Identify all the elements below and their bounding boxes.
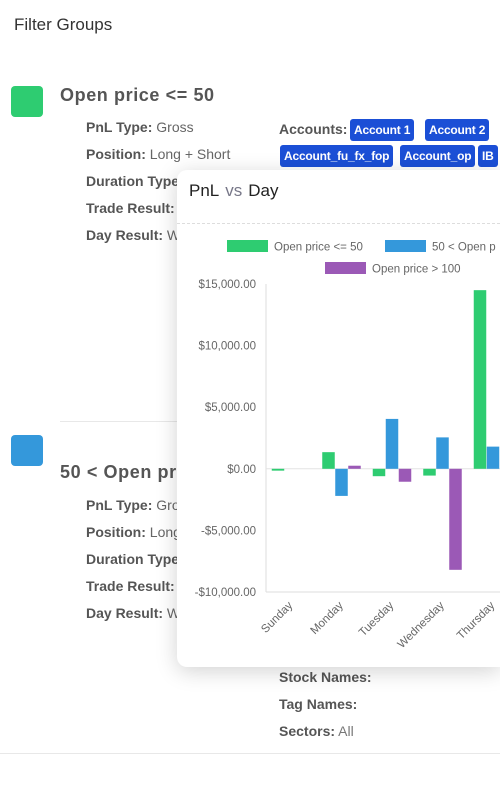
y-tick-label: $0.00 xyxy=(227,464,256,476)
field-stock-names: Stock Names: xyxy=(279,669,372,685)
field-day-result: Day Result: W xyxy=(86,227,180,243)
account-badge[interactable]: Account 2 xyxy=(425,119,490,141)
field-label: Duration Type xyxy=(86,551,180,567)
x-tick-label: Tuesday xyxy=(357,599,397,639)
bar xyxy=(348,465,361,469)
x-tick-label: Wednesday xyxy=(396,599,447,650)
bar xyxy=(322,452,335,469)
chart-popup: PnL vs Day Open price <= 50 50 < Open p Open… xyxy=(177,170,500,667)
bar xyxy=(423,468,436,476)
legend-swatch xyxy=(227,240,268,252)
field-value: All xyxy=(338,723,354,739)
field-pnl-type: PnL Type: Gro xyxy=(86,497,180,513)
x-tick-label: Sunday xyxy=(259,599,295,635)
field-label: PnL Type: xyxy=(86,119,153,135)
field-label: Duration Type xyxy=(86,173,180,189)
field-position: Position: Long + Short xyxy=(86,146,230,162)
group-title: Open price <= 50 xyxy=(60,85,215,105)
account-badge[interactable]: Account_op xyxy=(400,145,476,167)
legend-swatch xyxy=(325,262,366,274)
field-trade-result: Trade Result: xyxy=(86,578,175,594)
legend-label: Open price > 100 xyxy=(372,264,461,276)
field-value: Long + Short xyxy=(149,146,231,162)
bar xyxy=(335,468,348,496)
account-badge[interactable]: Account 1 xyxy=(350,119,415,141)
field-label: PnL Type: xyxy=(86,497,153,513)
bar xyxy=(398,468,412,482)
legend-label: Open price <= 50 xyxy=(274,242,363,254)
field-sectors: Sectors: All xyxy=(279,723,354,739)
bar xyxy=(372,468,386,477)
bar xyxy=(385,418,399,469)
account-badge[interactable]: IB xyxy=(478,145,498,167)
field-value: Gross xyxy=(156,119,194,135)
field-label: Stock Names: xyxy=(279,669,372,685)
field-tag-names: Tag Names: xyxy=(279,696,357,712)
field-duration-type: Duration Type xyxy=(86,173,179,189)
y-tick-label: -$10,000.00 xyxy=(195,587,256,599)
field-position: Position: Long xyxy=(86,524,181,540)
y-tick-label: $10,000.00 xyxy=(198,341,256,353)
field-label: Position: xyxy=(86,146,146,162)
field-label: Trade Result: xyxy=(86,200,175,216)
x-tick-label: Monday xyxy=(308,599,346,637)
legend-swatch xyxy=(385,240,426,252)
field-trade-result: Trade Result: xyxy=(86,200,175,216)
field-label: Tag Names: xyxy=(279,696,358,712)
field-duration-type: Duration Type xyxy=(86,551,179,567)
y-tick-label: -$5,000.00 xyxy=(201,525,256,537)
bar xyxy=(271,468,285,471)
account-badge[interactable]: Account_fu_fx_fop xyxy=(280,145,394,167)
field-label: Position: xyxy=(86,524,146,540)
legend-label: 50 < Open p xyxy=(432,242,496,254)
bar xyxy=(473,290,487,469)
field-day-result: Day Result: W xyxy=(86,605,180,621)
bar xyxy=(486,446,500,469)
group-title: 50 < Open pr xyxy=(60,462,177,482)
y-tick-label: $15,000.00 xyxy=(198,279,256,291)
y-tick-label: $5,000.00 xyxy=(205,402,256,414)
group-color-swatch xyxy=(11,86,43,117)
group-divider xyxy=(0,753,500,754)
field-label: Trade Result: xyxy=(86,578,175,594)
field-label: Day Result: xyxy=(86,605,164,621)
field-pnl-type: PnL Type: Gross xyxy=(86,119,194,135)
x-tick-label: Thursday xyxy=(455,599,498,642)
page-title: Filter Groups xyxy=(14,15,113,34)
pnl-by-day-chart: Open price <= 50 50 < Open p Open price > … xyxy=(195,240,500,651)
group-color-swatch xyxy=(11,435,43,466)
field-label: Sectors: xyxy=(279,723,336,739)
field-label: Day Result: xyxy=(86,227,164,243)
accounts-label: Accounts: xyxy=(279,121,348,137)
bar xyxy=(449,468,462,570)
bar xyxy=(436,437,449,469)
